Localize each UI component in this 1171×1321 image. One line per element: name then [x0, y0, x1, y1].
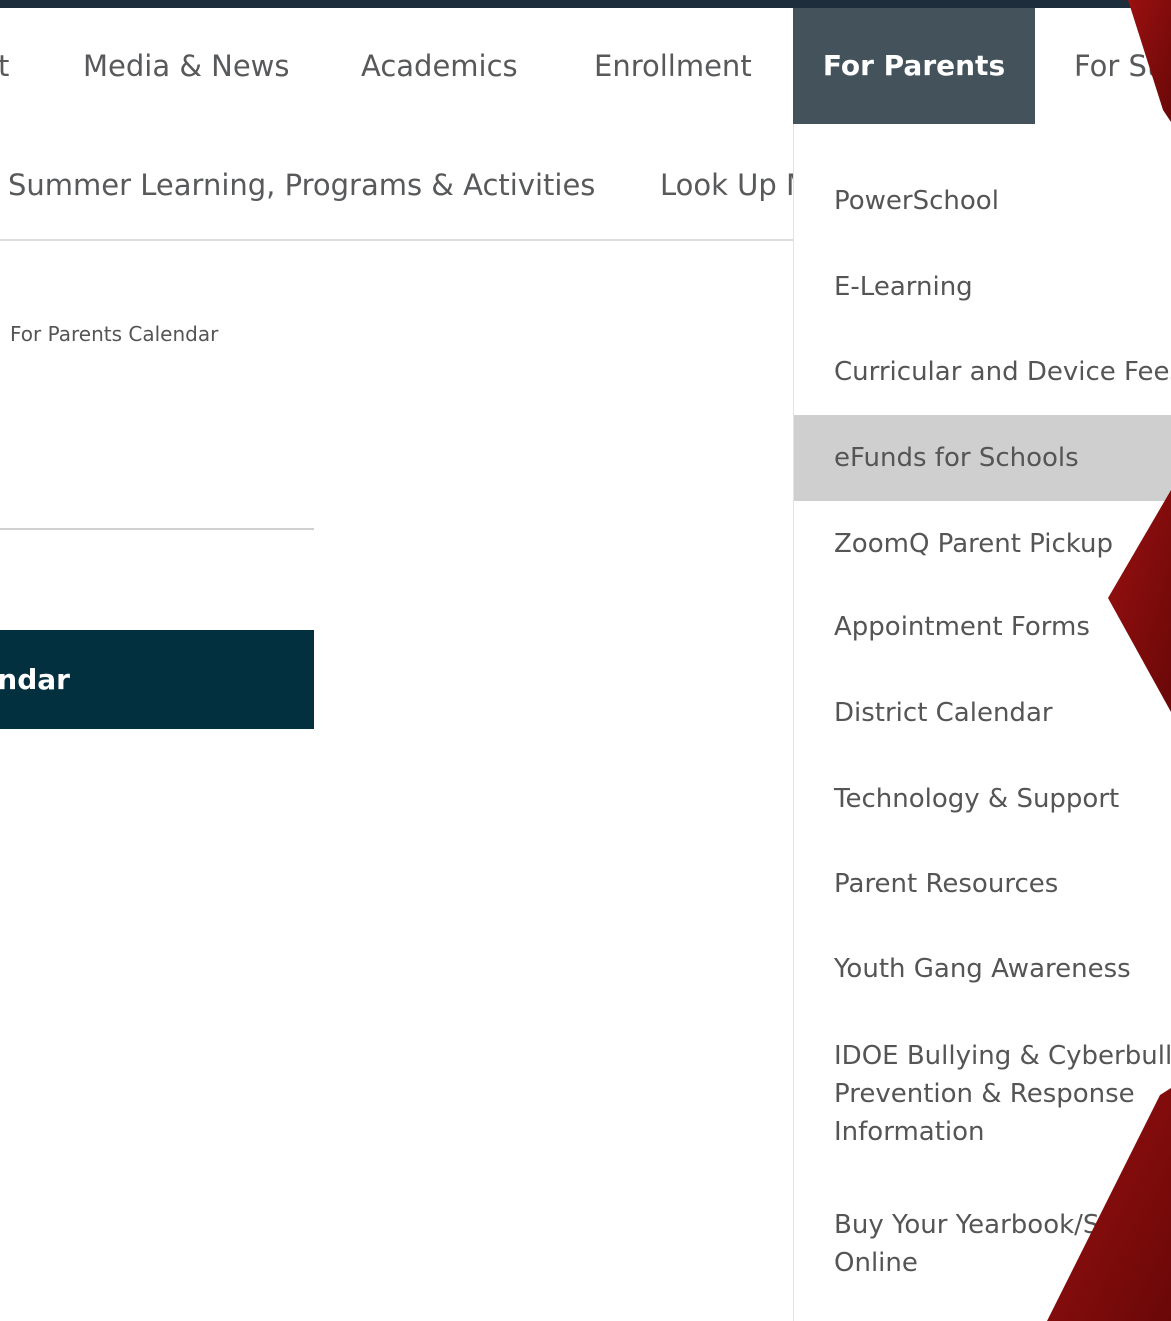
dropdown-item-buy-yearbook[interactable]: Buy Your Yearbook/Senior Ad Online: [794, 1206, 1171, 1282]
dropdown-item-zoomq-pickup[interactable]: ZoomQ Parent Pickup: [794, 501, 1171, 587]
nav-item-for-parents[interactable]: For Parents: [793, 8, 1035, 124]
nav-item-media-news[interactable]: Media & News: [83, 8, 290, 124]
for-parents-dropdown: PowerSchool E-Learning Curricular and De…: [793, 124, 1171, 1321]
dropdown-item-curricular-device-fees[interactable]: Curricular and Device Fees: [794, 329, 1171, 415]
nav-item-partial[interactable]: t: [0, 8, 12, 124]
dropdown-item-line: Information: [834, 1117, 985, 1147]
dropdown-item-line: IDOE Bullying & Cyberbullying: [834, 1041, 1171, 1071]
main-nav: t Media & News Academics Enrollment For …: [0, 8, 1171, 124]
dropdown-item-parent-resources[interactable]: Parent Resources: [794, 841, 1171, 927]
dropdown-item-idoe-bullying[interactable]: IDOE Bullying & Cyberbullying Prevention…: [794, 1037, 1171, 1151]
dropdown-item-appointment-forms[interactable]: Appointment Forms: [794, 584, 1171, 670]
dropdown-item-efunds[interactable]: eFunds for Schools: [794, 415, 1171, 501]
nav-item-for-students[interactable]: For Students: [1074, 8, 1171, 124]
sub-nav: Summer Learning, Programs & Activities L…: [0, 124, 793, 240]
dropdown-item-district-calendar[interactable]: District Calendar: [794, 670, 1171, 756]
dropdown-item-line: Online: [834, 1248, 918, 1278]
nav-divider: [0, 239, 793, 241]
calendar-header-title: For Parents Calendar: [0, 663, 70, 696]
calendar-header-bar: For Parents Calendar: [0, 630, 314, 729]
page: t Media & News Academics Enrollment For …: [0, 0, 1171, 1321]
dropdown-item-youth-gang-awareness[interactable]: Youth Gang Awareness: [794, 926, 1171, 1012]
dropdown-item-line: Prevention & Response: [834, 1079, 1135, 1109]
nav-item-academics[interactable]: Academics: [361, 8, 518, 124]
nav-item-enrollment[interactable]: Enrollment: [594, 8, 752, 124]
sub-nav-summer-learning[interactable]: Summer Learning, Programs & Activities: [8, 124, 595, 240]
dropdown-item-powerschool[interactable]: PowerSchool: [794, 158, 1171, 244]
dropdown-item-technology-support[interactable]: Technology & Support: [794, 756, 1171, 842]
top-strip: [0, 0, 1171, 8]
breadcrumb[interactable]: For Parents Calendar: [10, 322, 218, 346]
sub-nav-look-up-school[interactable]: Look Up My School: [660, 124, 793, 240]
dropdown-item-line: Buy Your Yearbook/Senior Ad: [834, 1210, 1171, 1240]
content-divider: [0, 528, 314, 530]
dropdown-item-e-learning[interactable]: E-Learning: [794, 244, 1171, 330]
